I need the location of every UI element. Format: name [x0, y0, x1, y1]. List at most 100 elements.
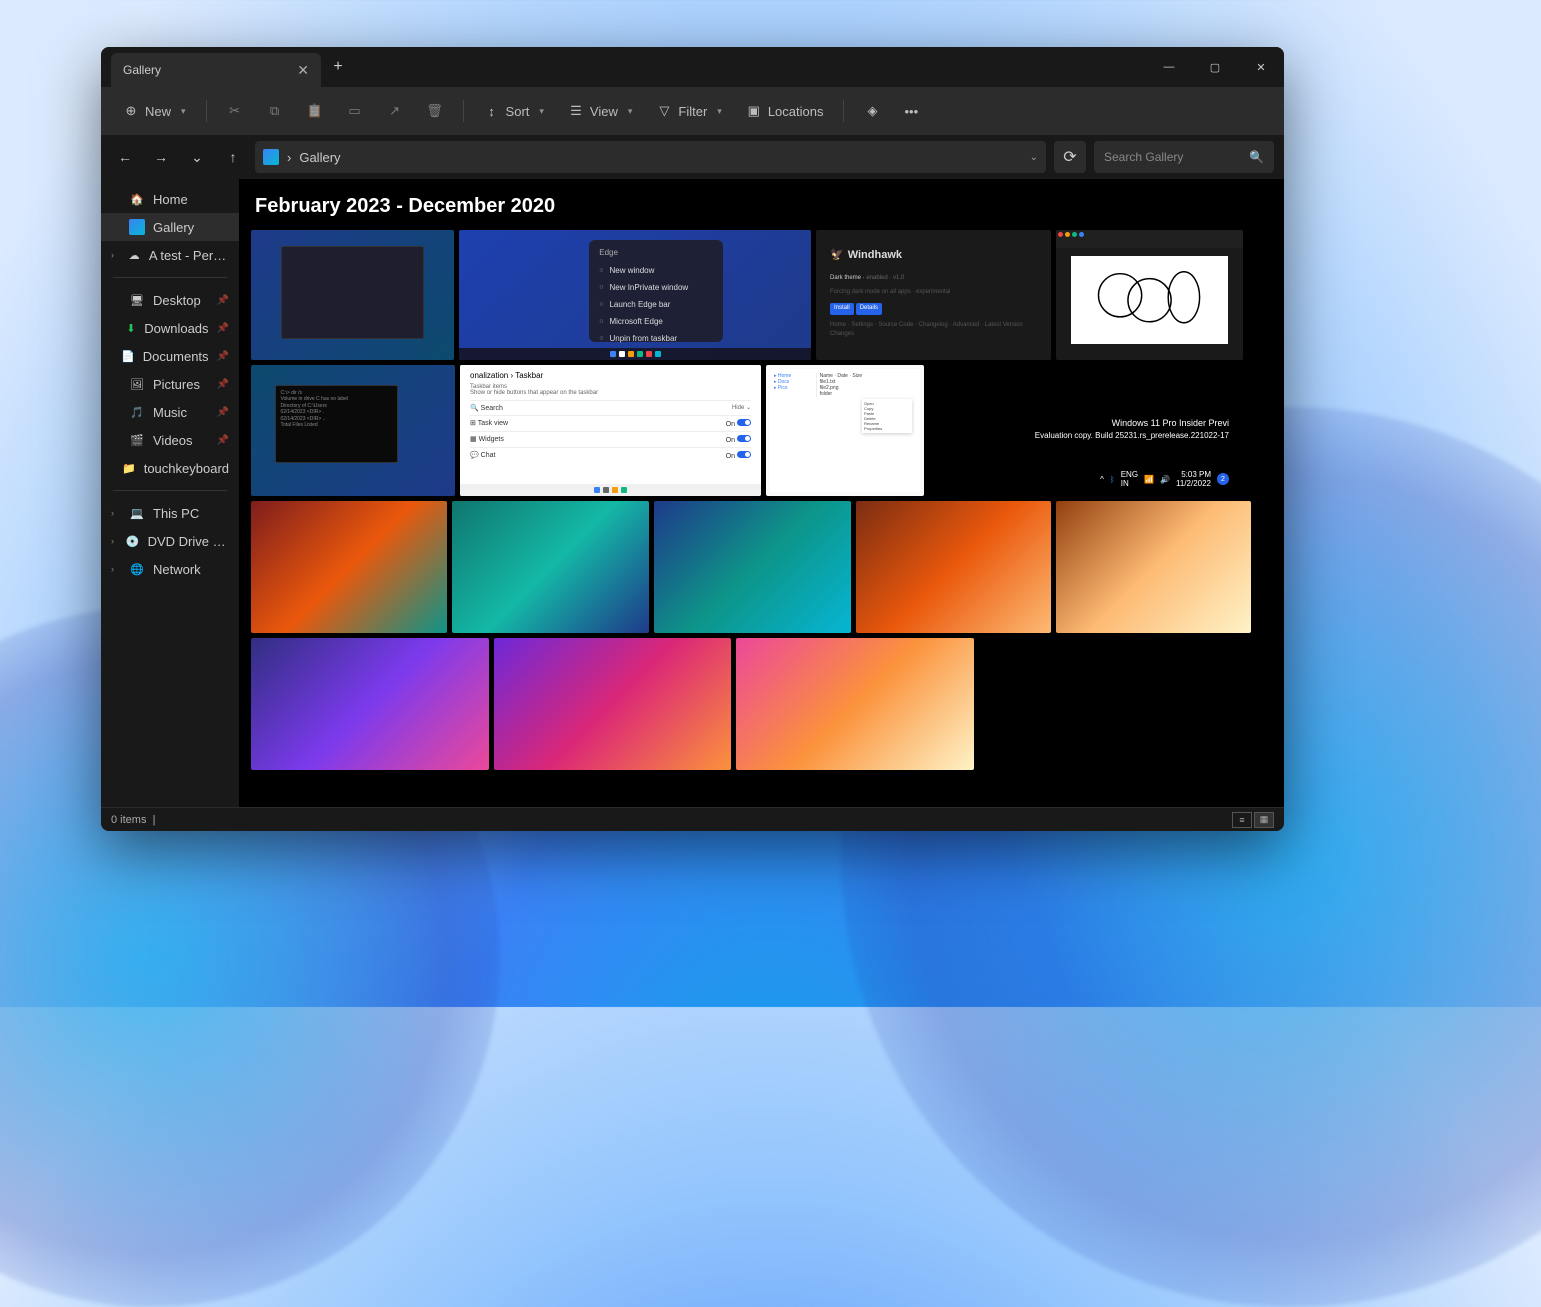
minimize-button[interactable]: — — [1146, 47, 1192, 87]
gallery-thumb[interactable] — [856, 501, 1051, 633]
gallery-thumb[interactable] — [452, 501, 649, 633]
status-bar: 0 items | ≡ ▦ — [101, 807, 1284, 831]
sidebar-item-downloads[interactable]: ⬇ Downloads 📌 — [101, 314, 239, 342]
sidebar-item-music[interactable]: 🎵 Music 📌 — [101, 398, 239, 426]
folder-icon: 📁 — [122, 460, 136, 476]
maximize-button[interactable]: ▢ — [1192, 47, 1238, 87]
pictures-icon: 🖼 — [129, 376, 145, 392]
rename-icon: ▭ — [347, 103, 363, 119]
pin-icon: 📌 — [217, 435, 229, 446]
up-button[interactable]: ↑ — [219, 143, 247, 171]
documents-icon: 📄 — [121, 348, 135, 364]
sidebar-item-gallery[interactable]: Gallery — [101, 213, 239, 241]
tab-gallery[interactable]: Gallery ✕ — [111, 53, 321, 87]
address-bar[interactable]: › Gallery ⌄ — [255, 141, 1046, 173]
phone-link-button[interactable]: ◈ — [854, 97, 890, 125]
gallery-thumb[interactable]: onalization › Taskbar Taskbar itemsShow … — [460, 365, 761, 496]
gallery-thumb[interactable] — [251, 638, 489, 770]
cut-button[interactable]: ✂ — [217, 97, 253, 125]
sidebar-item-home[interactable]: 🏠 Home — [101, 185, 239, 213]
sidebar-item-pictures[interactable]: 🖼 Pictures 📌 — [101, 370, 239, 398]
copy-button[interactable]: ⧉ — [257, 97, 293, 125]
disc-icon: 💿 — [126, 533, 140, 549]
new-tab-button[interactable]: + — [321, 58, 355, 76]
breadcrumb-gallery[interactable]: Gallery — [299, 150, 340, 165]
sidebar-item-touchkeyboard[interactable]: 📁 touchkeyboard — [101, 454, 239, 482]
thumbnails-view-button[interactable]: ▦ — [1254, 812, 1274, 828]
downloads-label: Downloads — [144, 321, 208, 336]
gallery-thumb[interactable] — [736, 638, 974, 770]
gallery-thumb[interactable]: Edge New window New InPrivate window Lau… — [459, 230, 811, 360]
back-button[interactable]: ← — [111, 143, 139, 171]
watermark-line2: Evaluation copy. Build 25231.rs_prerelea… — [1035, 430, 1229, 441]
recent-button[interactable]: ⌄ — [183, 143, 211, 171]
details-view-button[interactable]: ≡ — [1232, 812, 1252, 828]
divider — [843, 100, 844, 122]
sidebar-item-videos[interactable]: 🎬 Videos 📌 — [101, 426, 239, 454]
desktop-label: Desktop — [153, 293, 201, 308]
search-box[interactable]: Search Gallery 🔍 — [1094, 141, 1274, 173]
sidebar-item-atest[interactable]: › ☁ A test - Personal — [101, 241, 239, 269]
context-menu-item: New window — [589, 263, 723, 278]
context-menu-item: New InPrivate window — [589, 280, 723, 295]
delete-button[interactable]: 🗑 — [417, 97, 453, 125]
home-icon: 🏠 — [129, 191, 145, 207]
divider — [463, 100, 464, 122]
gallery-thumb[interactable]: 🦅Windhawk Dark theme · enabled · v1.0 Fo… — [816, 230, 1051, 360]
window-controls: — ▢ ✕ — [1146, 47, 1284, 87]
chevron-right-icon[interactable]: › — [111, 564, 121, 574]
gallery-thumb[interactable]: C:\> dir /sVolume in drive C has no labe… — [251, 365, 455, 496]
gallery-thumb[interactable] — [1056, 230, 1243, 360]
gallery-thumb[interactable] — [494, 638, 731, 770]
music-icon: 🎵 — [129, 404, 145, 420]
sidebar-item-dvd[interactable]: ›💿 DVD Drive (D:) CCC — [101, 527, 239, 555]
documents-label: Documents — [143, 349, 209, 364]
pc-icon: 💻 — [129, 505, 145, 521]
share-button[interactable]: ↗ — [377, 97, 413, 125]
tab-title: Gallery — [123, 63, 161, 77]
gallery-thumb[interactable]: ▸ Home▸ Docs▸ Pics Name · Date · Sizefil… — [766, 365, 924, 496]
more-button[interactable]: ••• — [894, 98, 928, 125]
view-label: View — [590, 104, 618, 119]
chevron-right-icon[interactable]: › — [111, 250, 119, 260]
refresh-button[interactable]: ⟳ — [1054, 141, 1086, 173]
wifi-icon: 📶 — [1144, 475, 1154, 484]
chevron-down-icon[interactable]: ⌄ — [1030, 152, 1038, 163]
file-explorer-window: Gallery ✕ + — ▢ ✕ ⊕ New ✂ ⧉ 📋 ▭ ↗ 🗑 ↕ So… — [101, 47, 1284, 831]
plus-circle-icon: ⊕ — [123, 103, 139, 119]
phone-icon: ◈ — [864, 103, 880, 119]
ellipsis-icon: ••• — [904, 104, 918, 119]
toolbar: ⊕ New ✂ ⧉ 📋 ▭ ↗ 🗑 ↕ Sort ☰ View ▽ Filter… — [101, 87, 1284, 135]
new-button[interactable]: ⊕ New — [113, 97, 196, 125]
sort-button[interactable]: ↕ Sort — [474, 97, 554, 125]
rename-button[interactable]: ▭ — [337, 97, 373, 125]
clipboard-icon: 📋 — [307, 103, 323, 119]
context-menu-item: Unpin from taskbar — [589, 331, 723, 346]
filter-button[interactable]: ▽ Filter — [646, 97, 731, 125]
gallery-thumb[interactable] — [654, 501, 851, 633]
gallery-label: Gallery — [153, 220, 194, 235]
sidebar-item-thispc[interactable]: ›💻 This PC — [101, 499, 239, 527]
chevron-right-icon[interactable]: › — [111, 536, 118, 546]
context-menu-title: Edge — [589, 246, 723, 261]
view-button[interactable]: ☰ View — [558, 97, 642, 125]
sidebar-item-documents[interactable]: 📄 Documents 📌 — [101, 342, 239, 370]
gallery-thumb[interactable] — [251, 230, 454, 360]
locations-button[interactable]: ▣ Locations — [736, 97, 834, 125]
close-button[interactable]: ✕ — [1238, 47, 1284, 87]
atest-label: A test - Personal — [149, 248, 229, 263]
gallery-thumb[interactable] — [251, 501, 447, 633]
forward-button[interactable]: → — [147, 143, 175, 171]
paste-button[interactable]: 📋 — [297, 97, 333, 125]
gallery-thumb[interactable]: Windows 11 Pro Insider Previ Evaluation … — [929, 365, 1239, 496]
tab-close-icon[interactable]: ✕ — [297, 62, 309, 79]
chevron-right-icon[interactable]: › — [111, 508, 121, 518]
scissors-icon: ✂ — [227, 103, 243, 119]
gallery-thumb[interactable] — [1056, 501, 1251, 633]
onedrive-icon: ☁ — [127, 247, 140, 263]
gallery-group-title: February 2023 - December 2020 — [255, 195, 1276, 218]
sort-icon: ↕ — [484, 103, 500, 119]
search-placeholder: Search Gallery — [1104, 150, 1183, 164]
sidebar-item-desktop[interactable]: 🖥 Desktop 📌 — [101, 286, 239, 314]
sidebar-item-network[interactable]: ›🌐 Network — [101, 555, 239, 583]
